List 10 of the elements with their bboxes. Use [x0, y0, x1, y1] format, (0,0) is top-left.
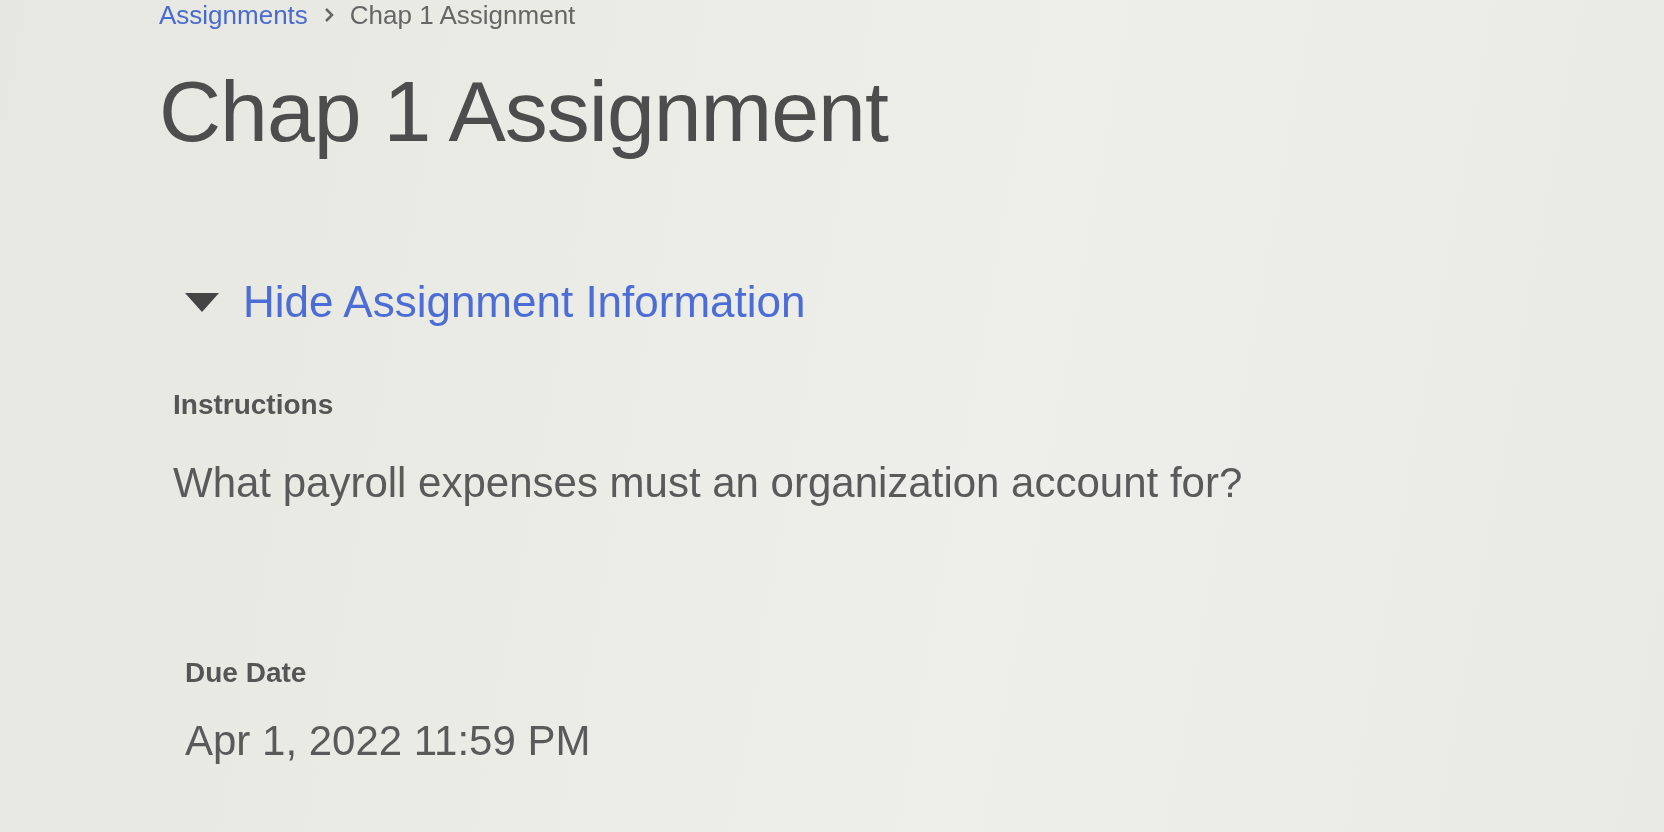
- breadcrumb-link[interactable]: Assignments: [159, 0, 308, 31]
- hide-info-toggle[interactable]: Hide Assignment Information: [185, 276, 806, 327]
- instructions-label: Instructions: [173, 388, 335, 421]
- breadcrumb-current: Chap 1 Assignment: [349, 0, 576, 31]
- due-date-value: Apr 1, 2022 11:59 PM: [185, 716, 592, 765]
- page-title: Chap 1 Assignment: [159, 64, 890, 159]
- triangle-icon: [185, 290, 219, 313]
- due-date-label: Due Date: [185, 656, 308, 689]
- instructions-text: What payroll expenses must an organization account for?: [173, 458, 1244, 507]
- chevron-icon: [323, 7, 334, 23]
